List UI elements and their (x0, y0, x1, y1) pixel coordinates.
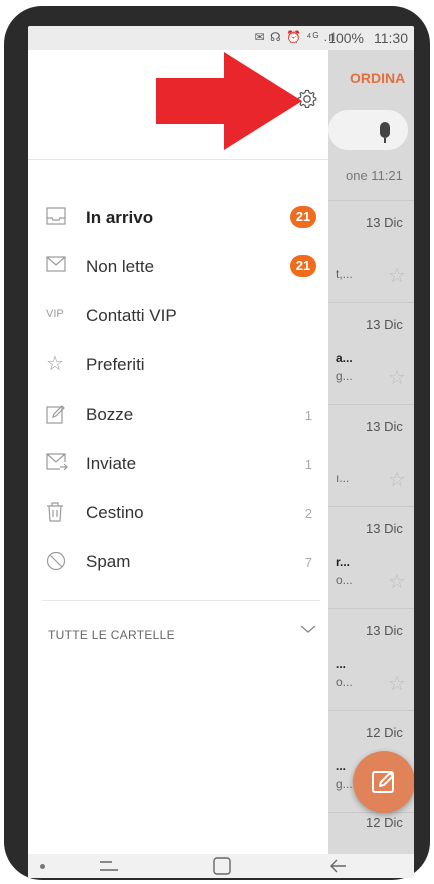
sort-button[interactable]: ORDINA (350, 70, 405, 86)
item-count: 7 (304, 555, 312, 570)
microphone-icon[interactable] (380, 122, 390, 143)
compose-button[interactable] (353, 751, 414, 813)
drawer-item-spam[interactable]: Spam 7 (28, 539, 328, 588)
star-icon: ☆ (46, 353, 64, 375)
mail-date: 13 Dic (366, 419, 403, 434)
mail-date: 13 Dic (366, 623, 403, 638)
mail-subject: ... (336, 657, 347, 671)
sent-icon (46, 453, 72, 477)
all-folders-header[interactable]: TUTTE LE CARTELLE (48, 628, 175, 642)
mail-subject: r... (336, 555, 351, 569)
mail-snippet: t,... (336, 267, 353, 281)
battery-level: 100% (328, 30, 364, 46)
drawer-item-label: Inviate (86, 454, 137, 473)
mail-snippet: g... (336, 369, 353, 383)
drawer-item-label: Contatti VIP (86, 306, 177, 325)
unread-badge: 21 (290, 255, 316, 277)
mail-date: 13 Dic (366, 317, 403, 332)
status-icons: ✉ ☊ ⏰ ⁴ᴳ .ıl (254, 30, 336, 44)
list-top-meta: one 11:21 (346, 168, 403, 183)
list-item[interactable]: 13 Dic ... o... ☆ (328, 608, 414, 710)
search-bar[interactable] (328, 110, 408, 150)
star-icon[interactable]: ☆ (388, 263, 406, 288)
item-count: 2 (304, 506, 312, 521)
drawer-item-vip[interactable]: VIP Contatti VIP (28, 293, 328, 342)
mail-date: 12 Dic (366, 725, 403, 740)
star-icon[interactable]: ☆ (388, 467, 406, 492)
screen: ✉ ☊ ⏰ ⁴ᴳ .ıl 100% 11:30 ORDINA one 11:21… (28, 26, 414, 878)
list-item[interactable]: 13 Dic ı... ☆ (328, 404, 414, 506)
divider (42, 600, 320, 601)
block-icon (46, 551, 72, 575)
drawer-item-label: In arrivo (86, 208, 154, 227)
vip-icon: VIP (46, 308, 64, 320)
mail-subject: a... (336, 351, 353, 365)
clock: 11:30 (374, 30, 408, 46)
mail-snippet: ı... (336, 471, 350, 485)
phone-frame: ✉ ☊ ⏰ ⁴ᴳ .ıl 100% 11:30 ORDINA one 11:21… (4, 6, 430, 880)
back-icon[interactable] (328, 856, 348, 876)
inbox-icon (46, 207, 72, 231)
drawer-item-unread[interactable]: Non lette 21 (28, 244, 328, 293)
mail-date: 13 Dic (366, 215, 403, 230)
chevron-down-icon[interactable] (300, 624, 316, 634)
item-count: 1 (304, 457, 312, 472)
system-nav-bar (28, 854, 414, 878)
envelope-icon (46, 256, 72, 280)
drawer-item-label: Preferiti (86, 355, 145, 374)
drawer-item-label: Spam (86, 552, 131, 571)
drawer-item-drafts[interactable]: Bozze 1 (28, 392, 328, 441)
status-bar: ✉ ☊ ⏰ ⁴ᴳ .ıl 100% 11:30 (28, 26, 414, 50)
drawer-item-label: Bozze (86, 405, 134, 424)
drawer-item-sent[interactable]: Inviate 1 (28, 441, 328, 490)
compose-icon (372, 771, 394, 793)
drawer-item-favorites[interactable]: ☆ Preferiti (28, 342, 328, 391)
mail-snippet: g... (336, 777, 353, 791)
item-count: 1 (304, 408, 312, 423)
star-icon[interactable]: ☆ (388, 365, 406, 390)
star-icon[interactable]: ☆ (388, 569, 406, 594)
list-item[interactable]: 13 Dic t,... ☆ (328, 200, 414, 302)
star-icon[interactable]: ☆ (388, 671, 406, 696)
red-arrow-annotation (156, 52, 302, 150)
recent-apps-icon[interactable] (98, 856, 120, 876)
mail-snippet: o... (336, 573, 353, 587)
drawer-item-label: Cestino (86, 503, 144, 522)
draft-icon (46, 404, 72, 428)
mail-date: 13 Dic (366, 521, 403, 536)
drawer-item-inbox[interactable]: In arrivo 21 (28, 195, 328, 244)
navigation-drawer: In arrivo 21 Non lette 21 VIP Contatti V… (28, 50, 328, 854)
mail-subject: ... (336, 759, 347, 773)
home-icon[interactable] (212, 856, 232, 876)
nav-dot-indicator (40, 864, 45, 869)
drawer-item-label: Non lette (86, 257, 155, 276)
trash-icon (46, 502, 72, 526)
mail-date: 12 Dic (366, 815, 403, 830)
drawer-item-trash[interactable]: Cestino 2 (28, 490, 328, 539)
unread-badge: 21 (290, 206, 316, 228)
mail-snippet: o... (336, 675, 353, 689)
list-item[interactable]: 13 Dic a... g... ☆ (328, 302, 414, 404)
list-item[interactable]: 13 Dic r... o... ☆ (328, 506, 414, 608)
